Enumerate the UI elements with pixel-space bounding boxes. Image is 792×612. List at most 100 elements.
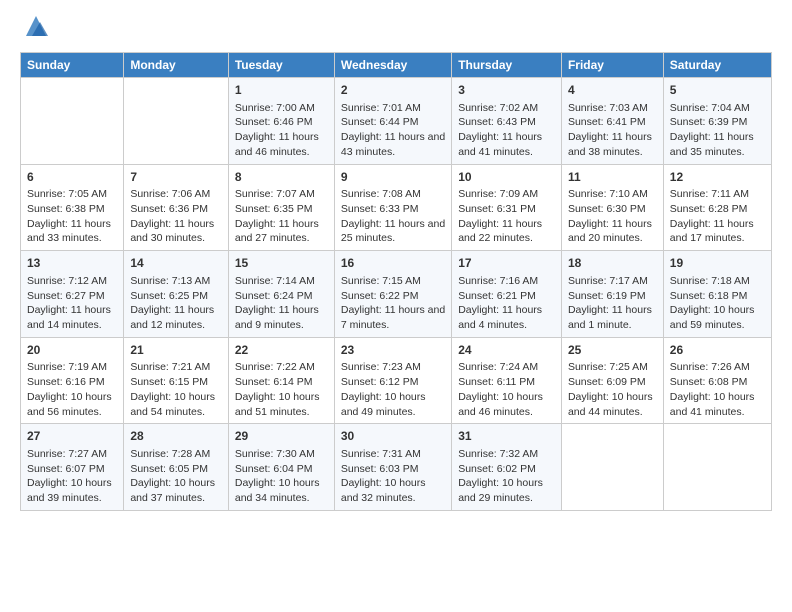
sunset: Sunset: 6:05 PM [130,463,208,475]
day-number: 31 [458,428,555,445]
daylight: Daylight: 10 hours and 51 minutes. [235,391,320,418]
day-of-week-header: Monday [124,53,229,78]
day-number: 25 [568,342,657,359]
calendar-cell: 21Sunrise: 7:21 AMSunset: 6:15 PMDayligh… [124,337,229,424]
day-of-week-header: Wednesday [334,53,451,78]
calendar-cell: 7Sunrise: 7:06 AMSunset: 6:36 PMDaylight… [124,164,229,251]
sunrise: Sunrise: 7:24 AM [458,361,538,373]
calendar-cell [21,78,124,165]
sunrise: Sunrise: 7:03 AM [568,102,648,114]
sunset: Sunset: 6:18 PM [670,290,748,302]
calendar-cell [561,424,663,511]
sunset: Sunset: 6:31 PM [458,203,536,215]
day-number: 16 [341,255,445,272]
sunset: Sunset: 6:08 PM [670,376,748,388]
calendar-cell: 19Sunrise: 7:18 AMSunset: 6:18 PMDayligh… [663,251,771,338]
daylight: Daylight: 11 hours and 27 minutes. [235,218,319,245]
day-number: 3 [458,82,555,99]
daylight: Daylight: 10 hours and 29 minutes. [458,477,543,504]
calendar-week-row: 13 Sunrise: 7:12 AM Sunset: 6:27 PM Dayligh… [21,251,772,338]
sunrise: Sunrise: 7:32 AM [458,448,538,460]
calendar-cell: 14Sunrise: 7:13 AMSunset: 6:25 PMDayligh… [124,251,229,338]
daylight: Daylight: 10 hours and 46 minutes. [458,391,543,418]
daylight: Daylight: 11 hours and 4 minutes. [458,304,542,331]
daylight: Daylight: 10 hours and 32 minutes. [341,477,426,504]
daylight: Daylight: 11 hours and 38 minutes. [568,131,652,158]
sunrise: Sunrise: 7:25 AM [568,361,648,373]
calendar-week-row: 6Sunrise: 7:05 AMSunset: 6:38 PMDaylight… [21,164,772,251]
sunset: Sunset: 6:11 PM [458,376,535,388]
day-number: 8 [235,169,328,186]
calendar-cell: 24 Sunrise: 7:24 AM Sunset: 6:11 PM Dayligh… [452,337,562,424]
sunset: Sunset: 6:03 PM [341,463,419,475]
day-number: 1 [235,82,328,99]
daylight: Daylight: 11 hours and 46 minutes. [235,131,319,158]
sunset: Sunset: 6:04 PM [235,463,313,475]
sunrise: Sunrise: 7:08 AM [341,188,421,200]
sunrise: Sunrise: 7:26 AM [670,361,750,373]
logo [20,16,50,40]
daylight: Daylight: 10 hours and 56 minutes. [27,391,112,418]
sunset: Sunset: 6:36 PM [130,203,208,215]
calendar-cell: 31Sunrise: 7:32 AMSunset: 6:02 PMDayligh… [452,424,562,511]
sunset: Sunset: 6:22 PM [341,290,419,302]
day-number: 28 [130,428,222,445]
sunrise: Sunrise: 7:16 AM [458,275,538,287]
sunrise: Sunrise: 7:06 AM [130,188,210,200]
sunset: Sunset: 6:21 PM [458,290,536,302]
day-number: 2 [341,82,445,99]
calendar-cell: 6Sunrise: 7:05 AMSunset: 6:38 PMDaylight… [21,164,124,251]
calendar-table: SundayMondayTuesdayWednesdayThursdayFrid… [20,52,772,511]
calendar-cell: 10Sunrise: 7:09 AMSunset: 6:31 PMDayligh… [452,164,562,251]
sunset: Sunset: 6:25 PM [130,290,208,302]
sunset: Sunset: 6:15 PM [130,376,208,388]
daylight: Daylight: 10 hours and 44 minutes. [568,391,653,418]
daylight: Daylight: 10 hours and 39 minutes. [27,477,112,504]
sunrise: Sunrise: 7:02 AM [458,102,538,114]
day-number: 19 [670,255,765,272]
page-header [20,16,772,40]
day-number: 27 [27,428,117,445]
sunset: Sunset: 6:27 PM [27,290,105,302]
day-number: 9 [341,169,445,186]
sunrise: Sunrise: 7:14 AM [235,275,315,287]
calendar-cell: 28Sunrise: 7:28 AMSunset: 6:05 PMDayligh… [124,424,229,511]
day-number: 30 [341,428,445,445]
calendar-cell: 13 Sunrise: 7:12 AM Sunset: 6:27 PM Dayligh… [21,251,124,338]
day-number: 24 [458,342,555,359]
daylight: Daylight: 11 hours and 17 minutes. [670,218,754,245]
sunrise: Sunrise: 7:22 AM [235,361,315,373]
daylight: Daylight: 10 hours and 49 minutes. [341,391,426,418]
calendar-cell: 12Sunrise: 7:11 AMSunset: 6:28 PMDayligh… [663,164,771,251]
day-of-week-header: Saturday [663,53,771,78]
sunrise: Sunrise: 7:30 AM [235,448,315,460]
calendar-week-row: 27Sunrise: 7:27 AMSunset: 6:07 PMDayligh… [21,424,772,511]
sunset: Sunset: 6:43 PM [458,116,536,128]
sunrise: Sunrise: 7:21 AM [130,361,210,373]
sunrise: Sunrise: 7:13 AM [130,275,210,287]
calendar-cell: 25 Sunrise: 7:25 AM Sunset: 6:09 PM Dayligh… [561,337,663,424]
sunset: Sunset: 6:07 PM [27,463,105,475]
day-number: 10 [458,169,555,186]
sunrise: Sunrise: 7:12 AM [27,275,107,287]
sunrise: Sunrise: 7:11 AM [670,188,749,200]
sunset: Sunset: 6:44 PM [341,116,419,128]
day-number: 17 [458,255,555,272]
calendar-week-row: 20Sunrise: 7:19 AMSunset: 6:16 PMDayligh… [21,337,772,424]
sunset: Sunset: 6:30 PM [568,203,646,215]
day-number: 13 [27,255,117,272]
daylight: Daylight: 11 hours and 1 minute. [568,304,652,331]
sunrise: Sunrise: 7:09 AM [458,188,538,200]
sunset: Sunset: 6:41 PM [568,116,646,128]
sunset: Sunset: 6:35 PM [235,203,313,215]
calendar-cell: 27Sunrise: 7:27 AMSunset: 6:07 PMDayligh… [21,424,124,511]
day-number: 7 [130,169,222,186]
daylight: Daylight: 11 hours and 14 minutes. [27,304,111,331]
sunset: Sunset: 6:09 PM [568,376,646,388]
calendar-cell: 17 Sunrise: 7:16 AM Sunset: 6:21 PM Dayligh… [452,251,562,338]
day-number: 23 [341,342,445,359]
sunrise: Sunrise: 7:05 AM [27,188,107,200]
daylight: Daylight: 10 hours and 37 minutes. [130,477,215,504]
sunset: Sunset: 6:39 PM [670,116,748,128]
logo-icon [22,12,50,40]
